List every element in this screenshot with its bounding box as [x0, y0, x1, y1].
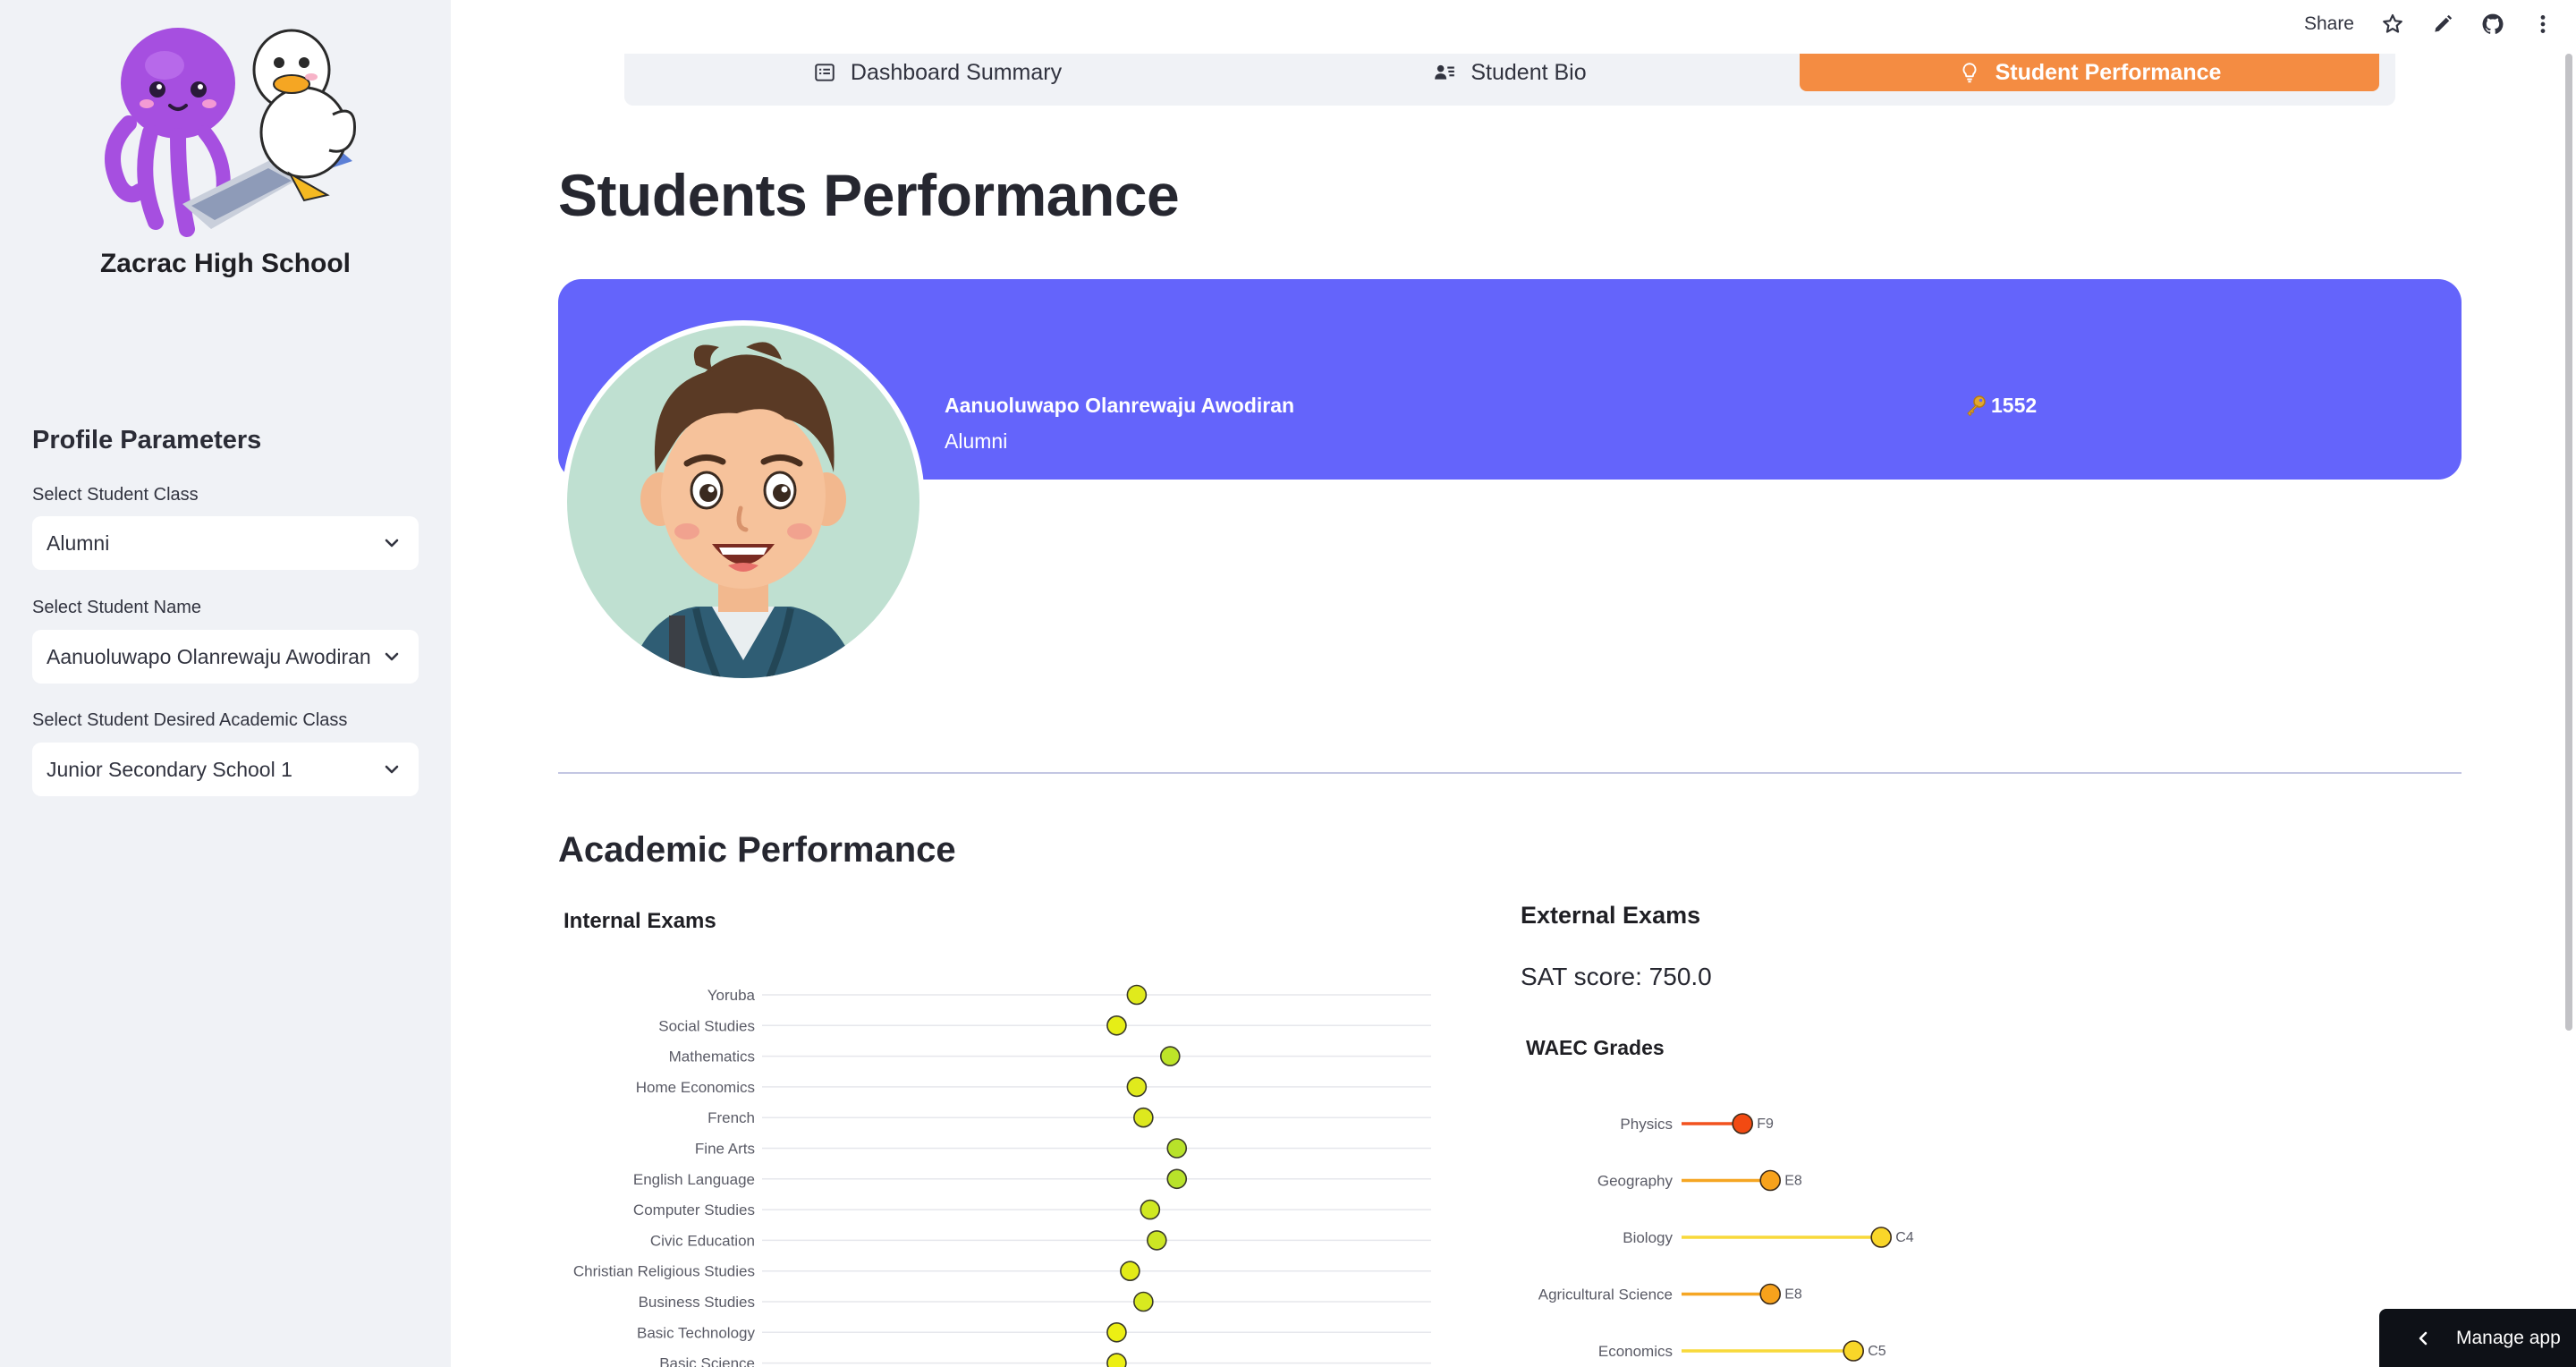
grade-label: E8	[1784, 1174, 1802, 1189]
score-point[interactable]	[1126, 984, 1148, 1006]
category-label: Computer Studies	[633, 1201, 755, 1218]
edit-icon[interactable]	[2431, 13, 2454, 36]
key-icon	[1967, 395, 1986, 416]
category-label: Geography	[1597, 1173, 1674, 1190]
tab-bar: Dashboard Summary Student Bio Student Pe…	[624, 54, 2395, 106]
profile-parameters-heading: Profile Parameters	[32, 426, 262, 454]
score-point[interactable]	[1133, 1107, 1154, 1128]
chevron-left-icon	[2419, 1331, 2428, 1345]
category-label: Basic Technology	[637, 1324, 755, 1341]
school-name: Zacrac High School	[99, 249, 352, 278]
student-avatar	[562, 320, 925, 684]
tab-label: Student Performance	[1995, 59, 2222, 85]
grade-point[interactable]	[1759, 1283, 1782, 1305]
grade-label: E8	[1784, 1287, 1802, 1303]
tab-label: Student Bio	[1470, 59, 1587, 85]
score-point[interactable]	[1140, 1199, 1161, 1220]
sidebar: Zacrac High School Profile Parameters Se…	[0, 0, 451, 1367]
student-class: Alumni	[945, 429, 1008, 453]
category-label: Basic Science	[659, 1355, 755, 1367]
student-name-label: Select Student Name	[32, 598, 201, 617]
star-icon[interactable]	[2381, 13, 2404, 36]
category-label: Civic Education	[650, 1232, 755, 1249]
top-toolbar: Share	[2304, 7, 2555, 41]
tab-student-bio[interactable]: Student Bio	[1411, 54, 1608, 91]
category-label: Fine Arts	[695, 1141, 755, 1158]
tab-student-performance[interactable]: Student Performance	[1800, 54, 2379, 91]
grade-label: C4	[1895, 1230, 1914, 1245]
chevron-down-icon	[385, 765, 399, 774]
manage-app-label: Manage app	[2456, 1327, 2561, 1348]
grade-point[interactable]	[1843, 1340, 1865, 1362]
score-point[interactable]	[1126, 1076, 1148, 1098]
student-class-label: Select Student Class	[32, 485, 199, 505]
category-label: Home Economics	[636, 1079, 755, 1096]
score-point[interactable]	[1159, 1046, 1181, 1066]
student-name: Aanuoluwapo Olanrewaju Awodiran	[945, 394, 1295, 417]
section-divider	[558, 772, 2462, 774]
tab-dashboard-summary[interactable]: Dashboard Summary	[803, 54, 1072, 91]
student-name-select[interactable]: Aanuoluwapo Olanrewaju Awodiran	[32, 630, 419, 684]
summary-icon	[815, 64, 835, 81]
grade-label: C5	[1868, 1344, 1886, 1359]
category-label: Agricultural Science	[1538, 1286, 1673, 1303]
grade-point[interactable]	[1870, 1227, 1893, 1248]
score-point[interactable]	[1106, 1353, 1127, 1367]
category-label: French	[708, 1109, 755, 1126]
category-label: Yoruba	[708, 987, 756, 1004]
share-button[interactable]: Share	[2304, 13, 2354, 35]
score-point[interactable]	[1166, 1168, 1188, 1190]
more-icon[interactable]	[2531, 13, 2555, 36]
waec-grades-chart: Physics F9 Geography E8 Biology C4 Agricultura…	[1538, 1113, 1914, 1362]
github-icon[interactable]	[2481, 13, 2504, 36]
page-title: Students Performance	[558, 162, 1180, 228]
score-point[interactable]	[1120, 1261, 1140, 1282]
category-label: Social Studies	[658, 1017, 755, 1034]
bio-icon	[1435, 64, 1455, 80]
category-label: English Language	[633, 1171, 755, 1188]
category-label: Business Studies	[639, 1294, 755, 1311]
student-id: 1552	[1991, 394, 2038, 417]
score-point[interactable]	[1106, 1321, 1127, 1343]
academic-performance-heading: Academic Performance	[558, 830, 956, 870]
score-point[interactable]	[1147, 1230, 1167, 1251]
sat-score: SAT score: 750.0	[1521, 963, 1712, 990]
manage-app-button[interactable]: Manage app	[2379, 1309, 2576, 1367]
student-name-value: Aanuoluwapo Olanrewaju Awodiran	[47, 644, 371, 668]
category-label: Economics	[1598, 1343, 1673, 1360]
waec-grades-title: WAEC Grades	[1526, 1036, 1665, 1059]
grade-point[interactable]	[1732, 1113, 1754, 1134]
chevron-down-icon	[385, 539, 399, 548]
internal-exams-title: Internal Exams	[564, 909, 716, 933]
grade-point[interactable]	[1759, 1169, 1782, 1192]
student-class-select[interactable]: Alumni	[32, 516, 419, 570]
chevron-down-icon	[385, 652, 399, 661]
category-label: Biology	[1623, 1229, 1673, 1246]
tab-label: Dashboard Summary	[850, 59, 1063, 85]
category-label: Physics	[1620, 1116, 1673, 1133]
score-point[interactable]	[1166, 1138, 1188, 1159]
school-logo	[105, 28, 356, 237]
lightbulb-icon	[1962, 63, 1977, 83]
app-root: Zacrac High School Profile Parameters Se…	[0, 0, 2576, 1367]
category-label: Mathematics	[669, 1049, 755, 1066]
scrollbar-thumb[interactable]	[2565, 54, 2572, 1031]
score-point[interactable]	[1106, 1015, 1127, 1036]
category-label: Christian Religious Studies	[573, 1263, 755, 1280]
internal-exams-chart: Yoruba Social Studies Mathematics Home Econ…	[573, 984, 1431, 1367]
desired-class-value: Junior Secondary School 1	[47, 757, 292, 781]
student-class-value: Alumni	[47, 531, 110, 555]
desired-class-label: Select Student Desired Academic Class	[32, 710, 348, 730]
desired-class-select[interactable]: Junior Secondary School 1	[32, 743, 419, 796]
score-point[interactable]	[1133, 1291, 1154, 1312]
external-exams-title: External Exams	[1521, 902, 1701, 929]
grade-label: F9	[1757, 1117, 1774, 1132]
student-id-badge: 1552	[1964, 394, 2037, 418]
